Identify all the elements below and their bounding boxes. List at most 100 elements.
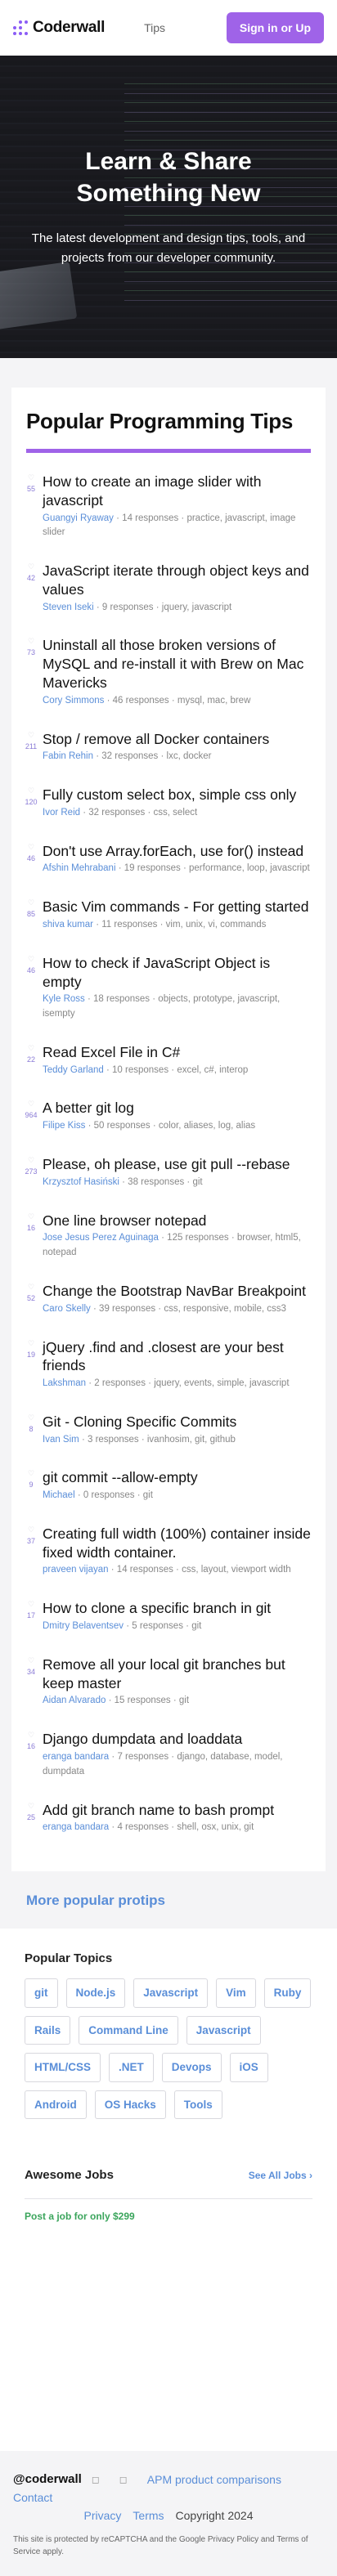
heart-icon: ♡: [27, 473, 35, 482]
tip-title-link[interactable]: Read Excel File in C#: [43, 1043, 311, 1062]
tip-author-link[interactable]: Afshin Mehrabani: [43, 863, 116, 873]
tip-title-link[interactable]: Basic Vim commands - For getting started: [43, 898, 311, 916]
tip-title-link[interactable]: How to check if JavaScript Object is emp…: [43, 954, 311, 992]
tip-author-link[interactable]: Michael: [43, 1490, 75, 1500]
tip-author-link[interactable]: Lakshman: [43, 1378, 86, 1388]
vote-box[interactable]: ♡ 8: [26, 1413, 36, 1448]
footer-contact-link[interactable]: Contact: [13, 2491, 52, 2504]
tip-author-link[interactable]: Teddy Garland: [43, 1065, 104, 1075]
tip-title-link[interactable]: Please, oh please, use git pull --rebase: [43, 1155, 311, 1174]
tip-responses: 9 responses: [101, 602, 154, 612]
tip-title-link[interactable]: How to create an image slider with javas…: [43, 473, 311, 510]
vote-box[interactable]: ♡ 120: [25, 786, 37, 821]
tip-title-link[interactable]: Fully custom select box, simple css only: [43, 786, 311, 804]
footer-privacy-link[interactable]: Privacy: [84, 2509, 122, 2522]
vote-box[interactable]: ♡ 964: [25, 1099, 37, 1134]
tip-meta: Jose Jesus Perez Aguinaga · 125 response…: [43, 1233, 301, 1258]
vote-box[interactable]: ♡ 273: [25, 1155, 37, 1190]
vote-box[interactable]: ♡ 42: [26, 562, 36, 615]
tip-author-link[interactable]: Ivan Sim: [43, 1435, 79, 1445]
twitter-icon[interactable]: ◻: [92, 2474, 100, 2485]
tip-author-link[interactable]: Guangyi Ryaway: [43, 513, 114, 523]
logo[interactable]: Coderwall: [13, 19, 105, 37]
vote-box[interactable]: ♡ 16: [26, 1212, 36, 1261]
tip-tags: vim, unix, vi, commands: [165, 919, 267, 930]
tip-author-link[interactable]: Aidan Alvarado: [43, 1696, 106, 1705]
topic-chip[interactable]: Android: [25, 2090, 87, 2120]
tip-author-link[interactable]: Caro Skelly: [43, 1304, 91, 1314]
tip-author-link[interactable]: Filipe Kiss: [43, 1121, 85, 1131]
tip-author-link[interactable]: praveen vijayan: [43, 1565, 109, 1575]
tip-author-link[interactable]: eranga bandara: [43, 1752, 109, 1762]
tip-author-link[interactable]: Cory Simmons: [43, 696, 104, 706]
tip-author-link[interactable]: Dmitry Belaventsev: [43, 1621, 124, 1631]
vote-box[interactable]: ♡ 52: [26, 1282, 36, 1317]
tip-title-link[interactable]: Uninstall all those broken versions of M…: [43, 636, 311, 692]
tip-title-link[interactable]: git commit --allow-empty: [43, 1468, 311, 1487]
tip-title-link[interactable]: One line browser notepad: [43, 1212, 311, 1230]
tip-title-link[interactable]: Git - Cloning Specific Commits: [43, 1413, 311, 1431]
topic-chip[interactable]: Javascript: [133, 1978, 209, 2008]
footer-apm-link[interactable]: APM product comparisons: [147, 2473, 281, 2486]
vote-box[interactable]: ♡ 46: [26, 842, 36, 877]
vote-box[interactable]: ♡ 46: [26, 954, 36, 1022]
post-job-link[interactable]: Post a job for only $299: [25, 2211, 312, 2222]
topic-chip[interactable]: OS Hacks: [94, 2090, 166, 2120]
heart-icon: ♡: [27, 1801, 35, 1810]
more-popular-protips-link[interactable]: More popular protips: [26, 1893, 165, 1908]
tip-title-link[interactable]: JavaScript iterate through object keys a…: [43, 562, 311, 599]
topic-chip[interactable]: HTML/CSS: [25, 2053, 101, 2082]
vote-box[interactable]: ♡ 9: [26, 1468, 36, 1503]
signin-button[interactable]: Sign in or Up: [226, 12, 324, 43]
tip-title-link[interactable]: Creating full width (100%) container ins…: [43, 1525, 311, 1562]
tip-meta: eranga bandara · 4 responses · shell, os…: [43, 1822, 254, 1833]
see-all-jobs-link[interactable]: See All Jobs ›: [249, 2170, 312, 2181]
topic-chip[interactable]: Javascript: [186, 2015, 261, 2045]
tip-author-link[interactable]: Krzysztof Hasiński: [43, 1177, 119, 1187]
tip-title-link[interactable]: How to clone a specific branch in git: [43, 1599, 311, 1618]
vote-box[interactable]: ♡ 22: [26, 1043, 36, 1078]
vote-box[interactable]: ♡ 25: [26, 1801, 36, 1836]
heart-icon: ♡: [27, 1525, 35, 1534]
tip-title-link[interactable]: Change the Bootstrap NavBar Breakpoint: [43, 1282, 311, 1301]
footer-logo[interactable]: @coderwall: [13, 2472, 82, 2486]
tip-title-link[interactable]: A better git log: [43, 1099, 311, 1118]
topic-chip[interactable]: Command Line: [79, 2015, 178, 2045]
vote-box[interactable]: ♡ 17: [26, 1599, 36, 1634]
tip-author-link[interactable]: Fabin Rehin: [43, 751, 93, 761]
vote-box[interactable]: ♡ 85: [26, 898, 36, 933]
tip-title-link[interactable]: Django dumpdata and loaddata: [43, 1730, 311, 1749]
vote-box[interactable]: ♡ 16: [26, 1730, 36, 1779]
topic-chip[interactable]: Vim: [216, 1978, 256, 2008]
vote-box[interactable]: ♡ 19: [26, 1338, 36, 1391]
topic-chip[interactable]: iOS: [229, 2053, 268, 2082]
tip-title-link[interactable]: Add git branch name to bash prompt: [43, 1801, 311, 1820]
tip-author-link[interactable]: Ivor Reid: [43, 808, 80, 818]
rss-icon[interactable]: ◻: [119, 2474, 128, 2485]
topic-chip[interactable]: .NET: [109, 2053, 154, 2082]
vote-box[interactable]: ♡ 73: [26, 636, 36, 708]
topic-chip[interactable]: Node.js: [65, 1978, 126, 2008]
footer-terms-link[interactable]: Terms: [133, 2509, 164, 2522]
tip-tags: css, responsive, mobile, css3: [164, 1303, 286, 1314]
tip-author-link[interactable]: Steven Iseki: [43, 603, 94, 612]
tip-author-link[interactable]: Jose Jesus Perez Aguinaga: [43, 1233, 159, 1243]
tip-author-link[interactable]: eranga bandara: [43, 1822, 109, 1832]
vote-box[interactable]: ♡ 55: [26, 473, 36, 540]
tip-title-link[interactable]: Remove all your local git branches but k…: [43, 1655, 311, 1693]
topic-chip[interactable]: Rails: [25, 2015, 71, 2045]
topic-chip[interactable]: Tools: [173, 2090, 222, 2120]
tip-title-link[interactable]: jQuery .find and .closest are your best …: [43, 1338, 311, 1376]
topic-chip[interactable]: Devops: [161, 2053, 222, 2082]
topic-chip[interactable]: git: [25, 1978, 58, 2008]
tip-meta: Dmitry Belaventsev · 5 responses · git: [43, 1621, 202, 1631]
topic-chip[interactable]: Ruby: [263, 1978, 312, 2008]
tip-author-link[interactable]: shiva kumar: [43, 920, 93, 930]
vote-box[interactable]: ♡ 34: [26, 1655, 36, 1709]
tip-author-link[interactable]: Kyle Ross: [43, 994, 85, 1004]
nav-tips-link[interactable]: Tips: [144, 21, 165, 34]
tip-title-link[interactable]: Don't use Array.forEach, use for() inste…: [43, 842, 311, 861]
tip-title-link[interactable]: Stop / remove all Docker containers: [43, 730, 311, 749]
vote-box[interactable]: ♡ 37: [26, 1525, 36, 1578]
vote-box[interactable]: ♡ 211: [25, 730, 37, 765]
